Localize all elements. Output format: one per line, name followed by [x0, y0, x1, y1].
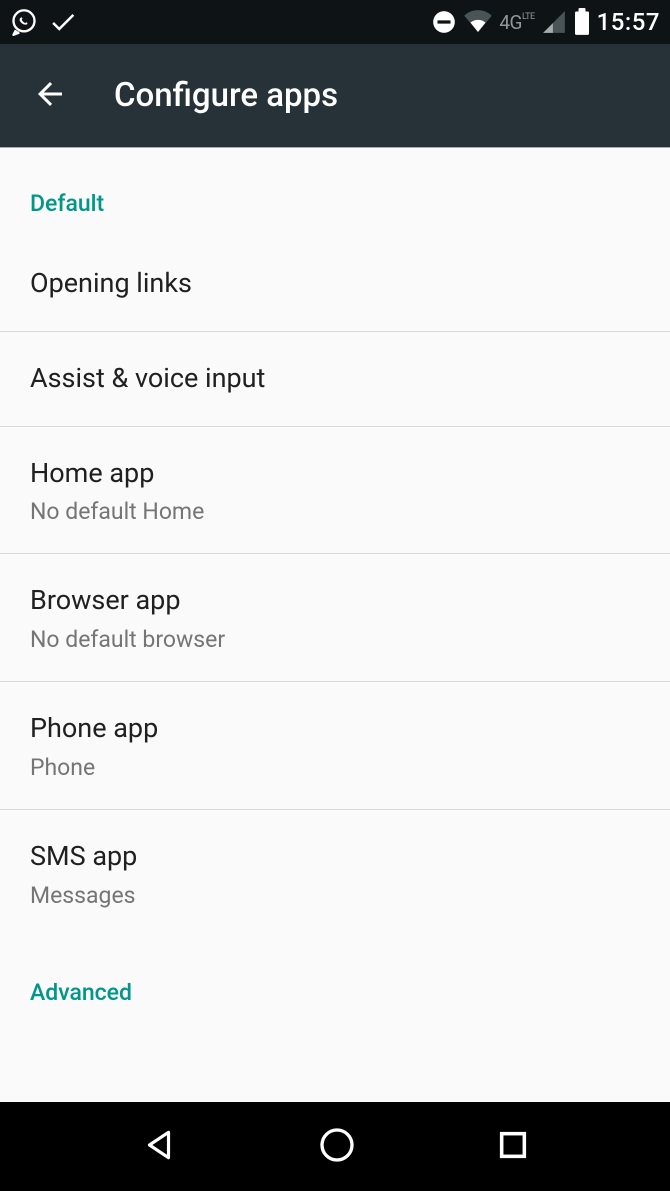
item-subtitle: No default browser: [30, 626, 640, 653]
item-subtitle: Phone: [30, 754, 640, 781]
item-phone-app[interactable]: Phone app Phone: [0, 682, 670, 810]
checkmark-icon: [48, 7, 78, 37]
item-title: SMS app: [30, 838, 640, 876]
status-bar: 4GLTE 15:57: [0, 0, 670, 44]
nav-home-button[interactable]: [317, 1125, 357, 1169]
section-header-default: Default: [0, 148, 670, 237]
page-title: Configure apps: [114, 76, 338, 115]
section-header-advanced: Advanced: [0, 937, 670, 1026]
item-title: Home app: [30, 455, 640, 493]
do-not-disturb-icon: [431, 9, 457, 35]
battery-icon: [573, 8, 591, 36]
item-browser-app[interactable]: Browser app No default browser: [0, 554, 670, 682]
whatsapp-icon: [10, 8, 38, 36]
item-sms-app[interactable]: SMS app Messages: [0, 810, 670, 937]
item-title: Opening links: [30, 265, 640, 303]
back-button[interactable]: [32, 76, 68, 116]
item-opening-links[interactable]: Opening links: [0, 237, 670, 332]
item-assist-voice[interactable]: Assist & voice input: [0, 332, 670, 427]
nav-back-button[interactable]: [140, 1126, 178, 1168]
settings-list: Default Opening links Assist & voice inp…: [0, 148, 670, 1026]
signal-icon: [541, 9, 567, 35]
item-title: Phone app: [30, 710, 640, 748]
status-clock: 15:57: [597, 8, 660, 36]
item-title: Browser app: [30, 582, 640, 620]
app-bar: Configure apps: [0, 44, 670, 148]
item-title: Assist & voice input: [30, 360, 640, 398]
item-subtitle: Messages: [30, 882, 640, 909]
navigation-bar: [0, 1102, 670, 1191]
item-home-app[interactable]: Home app No default Home: [0, 427, 670, 555]
network-type-label: 4GLTE: [499, 11, 534, 34]
wifi-icon: [463, 9, 493, 35]
item-subtitle: No default Home: [30, 498, 640, 525]
nav-recent-button[interactable]: [496, 1128, 530, 1166]
